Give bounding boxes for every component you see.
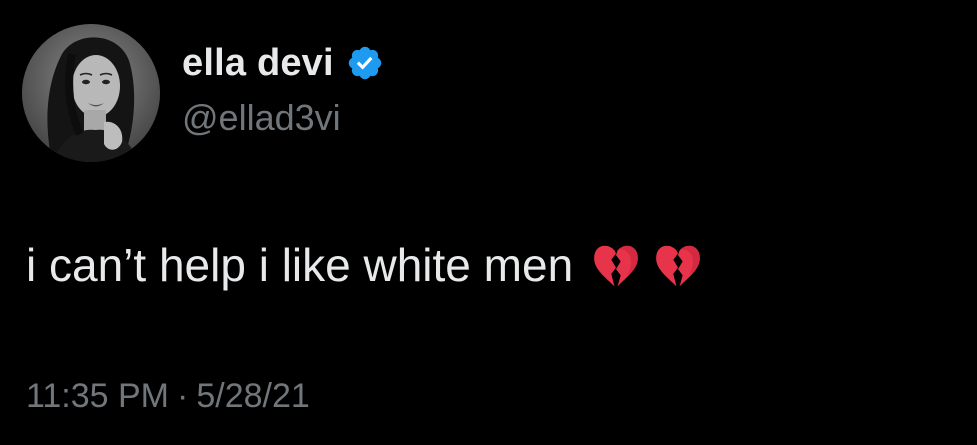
broken-heart-icon [653,241,703,291]
profile-photo-icon [22,24,160,162]
tweet-body: i can’t help i like white men [26,238,703,293]
tweet-text: i can’t help i like white men [26,239,574,291]
tweet-time[interactable]: 11:35 PM [26,377,169,415]
emoji-group [591,241,703,291]
tweet-timestamp: 11:35 PM · 5/28/21 [26,377,310,415]
display-name-row: ella devi [182,38,384,88]
meta-separator: · [177,377,189,415]
tweet-date[interactable]: 5/28/21 [196,377,309,415]
display-name[interactable]: ella devi [182,44,334,82]
tweet-card: ella devi @ellad3vi i can’t help i like … [0,0,977,445]
verified-badge-icon[interactable] [346,44,384,82]
user-handle[interactable]: @ellad3vi [182,98,341,138]
avatar[interactable] [22,24,160,162]
broken-heart-icon [591,241,641,291]
